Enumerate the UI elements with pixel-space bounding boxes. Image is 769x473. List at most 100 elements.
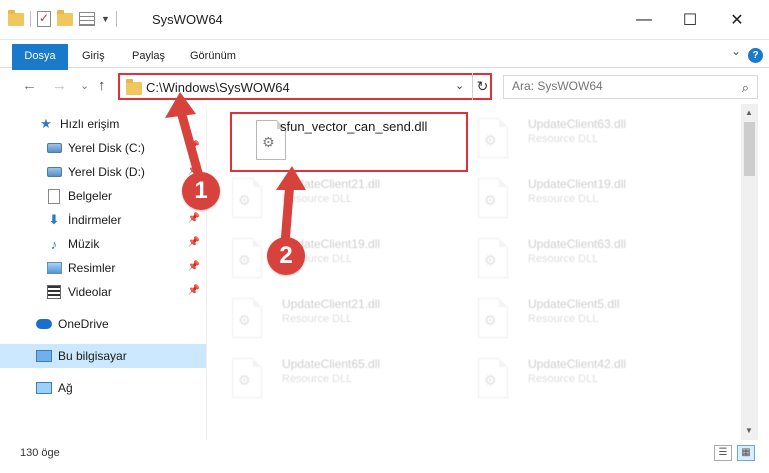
pictures-icon	[46, 262, 62, 274]
nav-item-local-disk-c[interactable]: Yerel Disk (C:) 📌	[0, 136, 206, 160]
video-icon	[47, 285, 61, 299]
pane-divider[interactable]	[206, 108, 207, 440]
pin-icon[interactable]: 📌	[188, 237, 200, 248]
nav-item-videos[interactable]: Videolar 📌	[0, 280, 206, 304]
cloud-icon	[36, 319, 52, 329]
gear-icon: ⚙	[484, 252, 497, 268]
file-item[interactable]: ⚙ UpdateClient42.dll Resource DLL	[454, 352, 694, 408]
nav-item-label: Ağ	[58, 381, 73, 395]
file-name: UpdateClient21.dll	[282, 297, 381, 311]
pin-icon[interactable]: 📌	[188, 285, 200, 296]
address-path[interactable]: C:\Windows\SysWOW64	[146, 80, 290, 95]
refresh-icon[interactable]: ↻	[472, 73, 492, 100]
nav-item-onedrive[interactable]: OneDrive	[0, 312, 206, 336]
toolbar-divider	[115, 11, 117, 27]
search-box[interactable]: ⌕	[503, 75, 758, 99]
file-type: Resource DLL	[528, 313, 599, 325]
gear-icon: ⚙	[484, 312, 497, 328]
pin-icon[interactable]: 📌	[188, 213, 200, 224]
file-name: sfun_vector_can_send.dll	[280, 119, 428, 134]
vertical-scrollbar[interactable]: ▲ ▼	[741, 104, 758, 440]
file-item[interactable]: ⚙ UpdateClient63.dll Resource DLL	[454, 232, 694, 288]
gear-icon: ⚙	[238, 312, 251, 328]
file-type: Resource DLL	[282, 193, 353, 205]
ribbon-tabs: Dosya Giriş Paylaş Görünüm ⌄ ?	[0, 44, 769, 100]
dll-file-icon: ⚙	[232, 298, 262, 338]
file-type: Resource DLL	[528, 373, 599, 385]
nav-item-label: OneDrive	[58, 317, 109, 331]
document-icon	[48, 188, 60, 204]
details-view-icon[interactable]: ☰	[714, 445, 732, 461]
file-type: Resource DLL	[528, 133, 599, 145]
status-bar: 130 öge ☰ ▦	[0, 440, 769, 473]
file-item[interactable]: ⚙ UpdateClient63.dll Resource DLL	[454, 112, 694, 168]
dll-file-icon: ⚙	[478, 178, 508, 218]
nav-item-label: Videolar	[68, 285, 112, 299]
address-bar[interactable]: C:\Windows\SysWOW64 ⌄ ↻	[118, 73, 492, 100]
large-icons-view-icon[interactable]: ▦	[737, 445, 755, 461]
search-input[interactable]	[512, 79, 722, 93]
file-name: UpdateClient21.dll	[282, 177, 381, 191]
file-item[interactable]: ⚙ UpdateClient21.dll Resource DLL	[208, 172, 448, 228]
address-dropdown-icon[interactable]: ⌄	[455, 79, 464, 92]
nav-item-local-disk-d[interactable]: Yerel Disk (D:) 📌	[0, 160, 206, 184]
view-icon[interactable]	[79, 12, 95, 26]
scroll-down-icon[interactable]: ▼	[745, 426, 753, 435]
nav-item-network[interactable]: Ağ	[0, 376, 206, 400]
nav-item-label: Yerel Disk (D:)	[68, 165, 145, 179]
folder-icon[interactable]	[8, 9, 24, 26]
up-arrow-icon[interactable]: ↑	[98, 77, 106, 94]
navigation-pane: ★ Hızlı erişim Yerel Disk (C:) 📌 Yerel D…	[0, 108, 206, 440]
nav-item-this-pc[interactable]: Bu bilgisayar	[0, 344, 206, 368]
nav-item-label: Bu bilgisayar	[58, 349, 127, 363]
gear-icon: ⚙	[262, 134, 275, 150]
nav-item-music[interactable]: ♪ Müzik 📌	[0, 232, 206, 256]
folder-icon	[126, 79, 142, 95]
close-button[interactable]: ✕	[714, 0, 760, 40]
new-folder-icon[interactable]	[57, 9, 73, 26]
ribbon-collapse-icon[interactable]: ⌄	[731, 44, 741, 58]
properties-icon[interactable]	[37, 11, 51, 27]
help-icon[interactable]: ?	[748, 48, 763, 63]
tab-home[interactable]: Giriş	[82, 44, 105, 68]
nav-item-pictures[interactable]: Resimler 📌	[0, 256, 206, 280]
scroll-up-icon[interactable]: ▲	[745, 108, 753, 117]
recent-locations-icon[interactable]: ⌄	[80, 79, 89, 92]
file-item[interactable]: ⚙ UpdateClient5.dll Resource DLL	[454, 292, 694, 348]
file-item-sfun-vector-can-send[interactable]: ⚙ sfun_vector_can_send.dll	[230, 112, 468, 172]
file-item[interactable]: ⚙ UpdateClient21.dll Resource DLL	[208, 292, 448, 348]
nav-item-label: Müzik	[68, 237, 100, 251]
search-icon[interactable]: ⌕	[742, 80, 749, 96]
tab-view[interactable]: Görünüm	[190, 44, 236, 68]
back-arrow-icon[interactable]: ←	[22, 77, 37, 94]
nav-item-downloads[interactable]: ⬇ İndirmeler 📌	[0, 208, 206, 232]
maximize-button[interactable]: ☐	[667, 0, 713, 40]
file-item[interactable]: ⚙ UpdateClient65.dll Resource DLL	[208, 352, 448, 408]
file-name: UpdateClient63.dll	[528, 117, 627, 131]
scrollbar-thumb[interactable]	[744, 122, 755, 176]
file-item[interactable]: ⚙ UpdateClient19.dll Resource DLL	[454, 172, 694, 228]
tab-share[interactable]: Paylaş	[132, 44, 165, 68]
dll-file-icon: ⚙	[478, 358, 508, 398]
download-icon: ⬇	[48, 212, 60, 227]
step-2-callout: 2	[267, 237, 305, 275]
nav-item-label: Hızlı erişim	[60, 117, 120, 131]
drive-icon	[46, 167, 62, 177]
file-item[interactable]: ⚙ UpdateClient19.dll Resource DLL	[208, 232, 448, 288]
dll-file-icon: ⚙	[478, 238, 508, 278]
file-type: Resource DLL	[528, 193, 599, 205]
customize-toolbar-icon[interactable]: ▼	[101, 14, 110, 24]
file-name: UpdateClient65.dll	[282, 357, 381, 371]
file-type: Resource DLL	[528, 253, 599, 265]
forward-arrow-icon[interactable]: →	[52, 77, 67, 94]
nav-item-documents[interactable]: Belgeler 📌	[0, 184, 206, 208]
nav-item-quick-access[interactable]: ★ Hızlı erişim	[0, 112, 206, 136]
pin-icon[interactable]: 📌	[188, 141, 200, 152]
minimize-button[interactable]: —	[621, 0, 667, 40]
step-1-callout: 1	[182, 172, 220, 210]
gear-icon: ⚙	[484, 132, 497, 148]
network-icon	[36, 382, 52, 394]
pin-icon[interactable]: 📌	[188, 261, 200, 272]
nav-item-label: Resimler	[68, 261, 116, 275]
star-icon: ★	[40, 116, 52, 131]
